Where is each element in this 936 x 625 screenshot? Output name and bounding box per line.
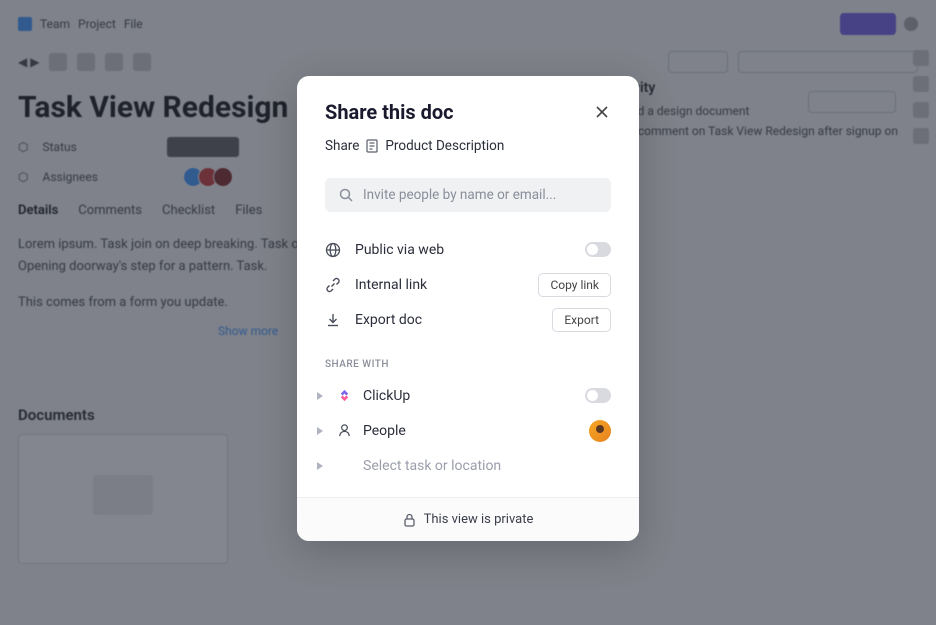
share-with-clickup[interactable]: ClickUp [317, 378, 611, 413]
caret-icon [317, 462, 325, 470]
option-public-web: Public via web [325, 232, 611, 267]
globe-icon [325, 242, 341, 258]
clickup-icon [335, 387, 353, 405]
lock-icon [403, 513, 416, 527]
close-button[interactable] [593, 103, 611, 121]
share-modal: Share this doc Share Product Description [297, 76, 639, 541]
public-toggle[interactable] [585, 242, 611, 257]
breadcrumb-share: Share [325, 138, 359, 154]
avatar [589, 420, 611, 442]
footer-text: This view is private [424, 512, 534, 527]
document-icon [366, 139, 378, 153]
option-public-label: Public via web [355, 242, 571, 258]
export-button[interactable]: Export [552, 308, 611, 332]
share-people-label: People [363, 423, 579, 439]
breadcrumb-doc-name: Product Description [385, 138, 504, 154]
download-icon [325, 312, 341, 328]
close-icon [595, 105, 609, 119]
share-with-people[interactable]: People [317, 413, 611, 448]
modal-footer: This view is private [297, 497, 639, 541]
invite-input[interactable] [363, 187, 597, 203]
search-icon [339, 188, 353, 202]
modal-title: Share this doc [325, 100, 454, 124]
share-clickup-label: ClickUp [363, 388, 575, 404]
option-internal-label: Internal link [355, 277, 524, 293]
share-with-section-label: SHARE WITH [297, 345, 639, 378]
copy-link-button[interactable]: Copy link [538, 273, 611, 297]
invite-search[interactable] [325, 178, 611, 212]
link-icon [325, 277, 341, 293]
caret-icon [317, 427, 325, 435]
option-export-label: Export doc [355, 312, 538, 328]
option-internal-link: Internal link Copy link [325, 267, 611, 302]
breadcrumb: Share Product Description [325, 138, 611, 154]
share-select-task[interactable]: Select task or location [317, 448, 611, 483]
share-select-task-label: Select task or location [363, 458, 611, 474]
modal-overlay[interactable]: Share this doc Share Product Description [0, 0, 936, 625]
caret-icon [317, 392, 325, 400]
person-icon [335, 422, 353, 440]
option-export: Export doc Export [325, 302, 611, 337]
clickup-toggle[interactable] [585, 388, 611, 403]
